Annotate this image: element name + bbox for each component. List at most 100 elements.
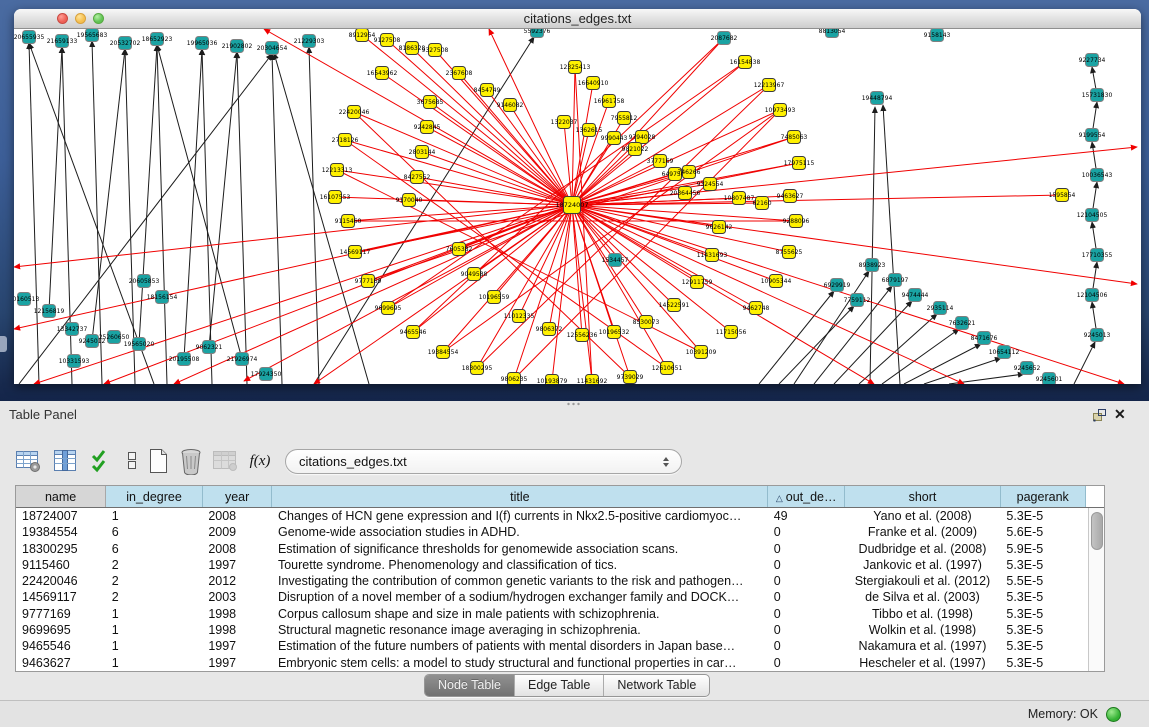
graph-node[interactable]: 62160 <box>752 197 771 210</box>
table-scrollbar[interactable] <box>1088 508 1105 672</box>
graph-node[interactable]: 7955812 <box>611 112 638 125</box>
graph-node[interactable]: 20655935 <box>14 31 44 44</box>
graph-node[interactable]: 16107553 <box>320 191 351 204</box>
graph-node[interactable]: 9739029 <box>617 371 644 384</box>
graph-node[interactable]: 12156819 <box>34 305 65 318</box>
graph-node[interactable]: 9699695 <box>375 302 402 315</box>
graph-node[interactable]: 9462748 <box>743 302 770 315</box>
graph-node[interactable]: 8530073 <box>633 316 660 329</box>
table-row[interactable]: 969969511998Structural magnetic resonanc… <box>16 622 1104 638</box>
table-row[interactable]: 1456911722003Disruption of a novel membe… <box>16 589 1104 605</box>
table-row[interactable]: 1830029562008Estimation of significance … <box>16 541 1104 557</box>
table-row[interactable]: 1938455462009Genome-wide association stu… <box>16 524 1104 540</box>
graph-node[interactable]: 21902802 <box>222 40 253 53</box>
graph-node[interactable]: 10036543 <box>1082 169 1113 182</box>
network-canvas[interactable]: 1232541316640910169617587955812979402837… <box>14 29 1141 384</box>
graph-node[interactable]: 21659133 <box>47 35 78 48</box>
graph-node[interactable]: 12556236 <box>567 329 598 342</box>
graph-node[interactable]: 8912954 <box>349 29 376 42</box>
graph-node[interactable]: 8813054 <box>819 29 846 38</box>
memory-status-icon[interactable] <box>1106 707 1121 722</box>
table-row[interactable]: 946362711997Embryonic stem cells: a mode… <box>16 655 1104 671</box>
tab-network-table[interactable]: Network Table <box>603 675 709 696</box>
graph-node[interactable]: 18652923 <box>142 33 173 46</box>
graph-node[interactable]: 9626142 <box>706 221 733 234</box>
graph-node[interactable]: 17924350 <box>251 368 282 381</box>
column-header-year[interactable]: year <box>202 486 272 508</box>
close-panel-icon[interactable]: ✕ <box>1114 405 1126 423</box>
graph-node[interactable]: 11715056 <box>716 326 747 339</box>
graph-node[interactable]: 9245013 <box>1084 329 1111 342</box>
graph-node[interactable]: 2718126 <box>332 134 359 147</box>
graph-node[interactable]: 8938923 <box>859 259 886 272</box>
graph-node[interactable]: 17975115 <box>784 157 815 170</box>
graph-node[interactable]: 10807487 <box>724 192 755 205</box>
graph-node[interactable]: 12213313 <box>322 164 353 177</box>
graph-node[interactable]: 9199554 <box>1079 129 1106 142</box>
graph-node[interactable]: 5592376 <box>524 29 551 38</box>
graph-node[interactable]: 16961758 <box>594 95 625 108</box>
graph-node[interactable]: 8755625 <box>776 246 803 259</box>
create-table-icon[interactable] <box>142 445 174 477</box>
graph-node[interactable]: 2803144 <box>409 146 436 159</box>
graph-node[interactable]: 9245601 <box>1036 373 1063 385</box>
graph-node[interactable]: 11431692 <box>577 375 608 385</box>
table-scrollbar-thumb[interactable] <box>1091 512 1103 550</box>
column-header-name[interactable]: name <box>16 486 106 508</box>
graph-node[interactable]: 9158143 <box>924 29 951 42</box>
graph-node[interactable]: 12104505 <box>1077 209 1108 222</box>
graph-node[interactable]: 16640910 <box>578 77 609 90</box>
tab-edge-table[interactable]: Edge Table <box>514 675 603 696</box>
graph-node[interactable]: 12911759 <box>682 276 713 289</box>
graph-node[interactable]: 9170040 <box>396 194 423 207</box>
column-header-out_de[interactable]: △out_de… <box>768 486 845 508</box>
column-header-title[interactable]: title <box>272 486 768 508</box>
graph-node[interactable]: 20195508 <box>169 353 200 366</box>
graph-node[interactable]: 9324554 <box>697 178 724 191</box>
graph-node[interactable]: 19448794 <box>862 92 893 105</box>
graph-node[interactable]: 20304654 <box>257 42 288 55</box>
delete-table-icon[interactable] <box>175 445 207 477</box>
graph-node[interactable]: 16543962 <box>367 67 398 80</box>
graph-node[interactable]: 9227734 <box>1079 54 1106 67</box>
tab-node-table[interactable]: Node Table <box>425 675 514 696</box>
graph-node[interactable]: 9806235 <box>501 373 528 385</box>
table-row[interactable]: 946554611997Estimation of the future num… <box>16 638 1104 654</box>
graph-node[interactable]: 1362615 <box>576 124 603 137</box>
graph-node[interactable]: 9327508 <box>422 44 449 57</box>
graph-node[interactable]: 9049588 <box>461 268 488 281</box>
float-panel-icon[interactable] <box>1092 408 1107 423</box>
graph-node[interactable]: 9062321 <box>196 341 223 354</box>
graph-node[interactable]: 19965036 <box>187 37 218 50</box>
collapsed-panel-handle[interactable] <box>0 336 7 352</box>
graph-node[interactable]: 2935114 <box>927 302 954 315</box>
graph-node[interactable]: 21926974 <box>227 353 258 366</box>
graph-node[interactable]: 16154838 <box>730 56 761 69</box>
graph-node[interactable]: 9794028 <box>629 131 656 144</box>
graph-node[interactable]: 13342737 <box>57 323 88 336</box>
graph-node[interactable]: 9245652 <box>1014 362 1041 375</box>
function-builder-icon[interactable]: f(x) <box>244 445 276 477</box>
graph-node[interactable]: 6879197 <box>882 274 909 287</box>
graph-node[interactable]: 21229303 <box>294 35 325 48</box>
graph-node[interactable]: 15731830 <box>1082 89 1113 102</box>
graph-node[interactable]: 7759112 <box>844 294 871 307</box>
column-header-short[interactable]: short <box>845 486 1001 508</box>
table-selector-dropdown[interactable]: citations_edges.txt <box>285 449 682 474</box>
graph-node[interactable]: 17710355 <box>1082 249 1113 262</box>
graph-node[interactable]: 2087682 <box>711 32 738 45</box>
graph-node[interactable]: 11012335 <box>504 310 535 323</box>
column-visibility-icon[interactable] <box>49 445 81 477</box>
graph-node[interactable]: 19384554 <box>428 346 459 359</box>
graph-node[interactable]: 9288096 <box>783 215 810 228</box>
graph-node[interactable]: 9465546 <box>400 326 427 339</box>
graph-node[interactable]: 12325413 <box>560 61 591 74</box>
graph-node[interactable]: 2367608 <box>446 67 473 80</box>
table-settings-icon[interactable] <box>12 445 44 477</box>
graph-node[interactable]: 10391209 <box>686 346 717 359</box>
graph-node[interactable]: 9474444 <box>902 289 929 302</box>
graph-node[interactable]: 11431693 <box>697 249 728 262</box>
graph-node[interactable]: 9127508 <box>374 34 401 47</box>
table-row[interactable]: 911546021997Tourette syndrome. Phenomeno… <box>16 557 1104 573</box>
graph-node[interactable]: 7632621 <box>949 317 976 330</box>
